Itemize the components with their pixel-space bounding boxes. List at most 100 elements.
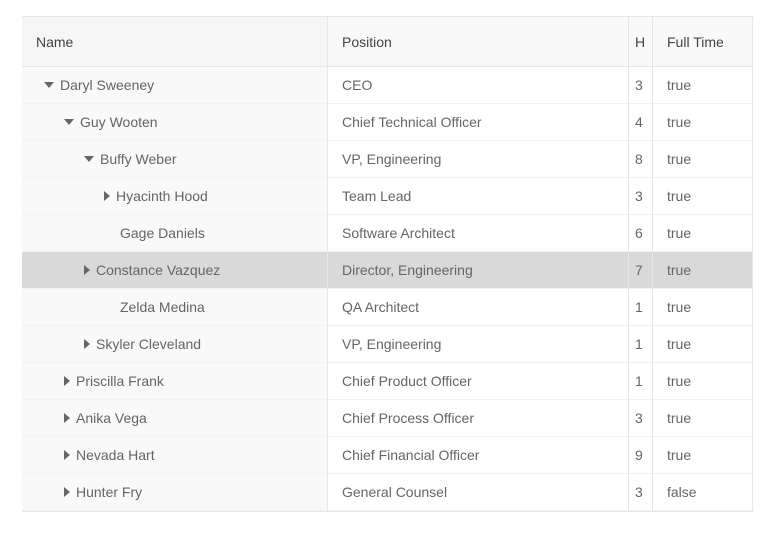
collapse-icon[interactable] [44,82,54,88]
row-h[interactable]: 3 [629,178,652,215]
header-position[interactable]: Position [328,17,628,67]
tree-list: Name Daryl SweeneyGuy WootenBuffy WeberH… [22,16,754,512]
row-position-label: Director, Engineering [342,262,473,278]
tree-row-name[interactable]: Constance Vazquez [22,252,327,289]
row-h-label: 4 [635,114,643,130]
tree-row-name[interactable]: Nevada Hart [22,437,327,474]
row-fulltime-label: false [667,484,697,500]
row-position-label: General Counsel [342,484,447,500]
tree-row-name[interactable]: Buffy Weber [22,141,327,178]
tree-row-name[interactable]: Guy Wooten [22,104,327,141]
tree-row-name[interactable]: Daryl Sweeney [22,67,327,104]
header-h[interactable]: H [629,17,652,67]
row-position[interactable]: General Counsel [328,474,628,511]
row-fulltime[interactable]: true [653,363,752,400]
row-h-label: 9 [635,447,643,463]
row-position[interactable]: QA Architect [328,289,628,326]
row-position-label: Chief Technical Officer [342,114,482,130]
row-h-label: 1 [635,299,643,315]
row-fulltime[interactable]: true [653,178,752,215]
row-position[interactable]: VP, Engineering [328,141,628,178]
row-position[interactable]: Chief Product Officer [328,363,628,400]
header-fulltime[interactable]: Full Time [653,17,752,67]
leaf-icon [104,302,114,312]
row-h[interactable]: 3 [629,400,652,437]
row-h-label: 7 [635,262,643,278]
row-name-label: Constance Vazquez [96,262,220,278]
row-h[interactable]: 6 [629,215,652,252]
row-fulltime[interactable]: true [653,326,752,363]
row-h[interactable]: 1 [629,326,652,363]
row-position-label: Team Lead [342,188,411,204]
row-position[interactable]: Chief Technical Officer [328,104,628,141]
expand-icon[interactable] [64,413,70,423]
column-fulltime: Full Time truetruetruetruetruetruetruetr… [653,17,753,511]
header-position-label: Position [342,34,392,50]
row-h[interactable]: 9 [629,437,652,474]
tree-row-name[interactable]: Gage Daniels [22,215,327,252]
row-fulltime[interactable]: true [653,141,752,178]
column-position: Position CEO Chief Technical Officer VP, E… [328,17,629,511]
column-name: Name Daryl SweeneyGuy WootenBuffy WeberH… [22,17,328,511]
row-name-label: Daryl Sweeney [60,77,154,93]
row-position[interactable]: Director, Engineering [328,252,628,289]
tree-row-name[interactable]: Anika Vega [22,400,327,437]
tree-row-name[interactable]: Hunter Fry [22,474,327,511]
leaf-icon [104,228,114,238]
row-fulltime-label: true [667,188,691,204]
row-position[interactable]: Chief Process Officer [328,400,628,437]
row-position[interactable]: Software Architect [328,215,628,252]
row-position-label: Chief Product Officer [342,373,472,389]
row-h-label: 6 [635,225,643,241]
collapse-icon[interactable] [84,156,94,162]
row-fulltime-label: true [667,447,691,463]
row-fulltime[interactable]: true [653,104,752,141]
expand-icon[interactable] [84,339,90,349]
collapse-icon[interactable] [64,119,74,125]
row-h[interactable]: 4 [629,104,652,141]
row-name-label: Priscilla Frank [76,373,164,389]
row-h[interactable]: 7 [629,252,652,289]
expand-icon[interactable] [64,487,70,497]
row-h-label: 3 [635,77,643,93]
row-fulltime[interactable]: false [653,474,752,511]
row-fulltime[interactable]: true [653,400,752,437]
row-fulltime-label: true [667,410,691,426]
row-fulltime[interactable]: true [653,289,752,326]
header-name[interactable]: Name [22,17,327,67]
row-h[interactable]: 3 [629,474,652,511]
tree-row-name[interactable]: Priscilla Frank [22,363,327,400]
row-fulltime[interactable]: true [653,215,752,252]
expand-icon[interactable] [84,265,90,275]
row-position-label: CEO [342,77,372,93]
header-h-label: H [635,34,645,50]
row-name-label: Anika Vega [76,410,147,426]
row-h-label: 3 [635,484,643,500]
row-fulltime-label: true [667,299,691,315]
tree-row-name[interactable]: Skyler Cleveland [22,326,327,363]
row-h-label: 1 [635,336,643,352]
row-fulltime-label: true [667,262,691,278]
row-name-label: Zelda Medina [120,299,205,315]
row-position[interactable]: Chief Financial Officer [328,437,628,474]
expand-icon[interactable] [64,376,70,386]
tree-row-name[interactable]: Zelda Medina [22,289,327,326]
row-position[interactable]: VP, Engineering [328,326,628,363]
row-h[interactable]: 3 [629,67,652,104]
row-fulltime-label: true [667,77,691,93]
row-fulltime[interactable]: true [653,67,752,104]
row-position-label: VP, Engineering [342,336,441,352]
expand-icon[interactable] [104,191,110,201]
row-position[interactable]: CEO [328,67,628,104]
row-position-label: QA Architect [342,299,419,315]
row-name-label: Guy Wooten [80,114,158,130]
row-fulltime[interactable]: true [653,252,752,289]
row-h[interactable]: 1 [629,289,652,326]
row-position[interactable]: Team Lead [328,178,628,215]
tree-row-name[interactable]: Hyacinth Hood [22,178,327,215]
row-fulltime[interactable]: true [653,437,752,474]
row-h[interactable]: 1 [629,363,652,400]
expand-icon[interactable] [64,450,70,460]
row-position-label: Software Architect [342,225,455,241]
row-h[interactable]: 8 [629,141,652,178]
